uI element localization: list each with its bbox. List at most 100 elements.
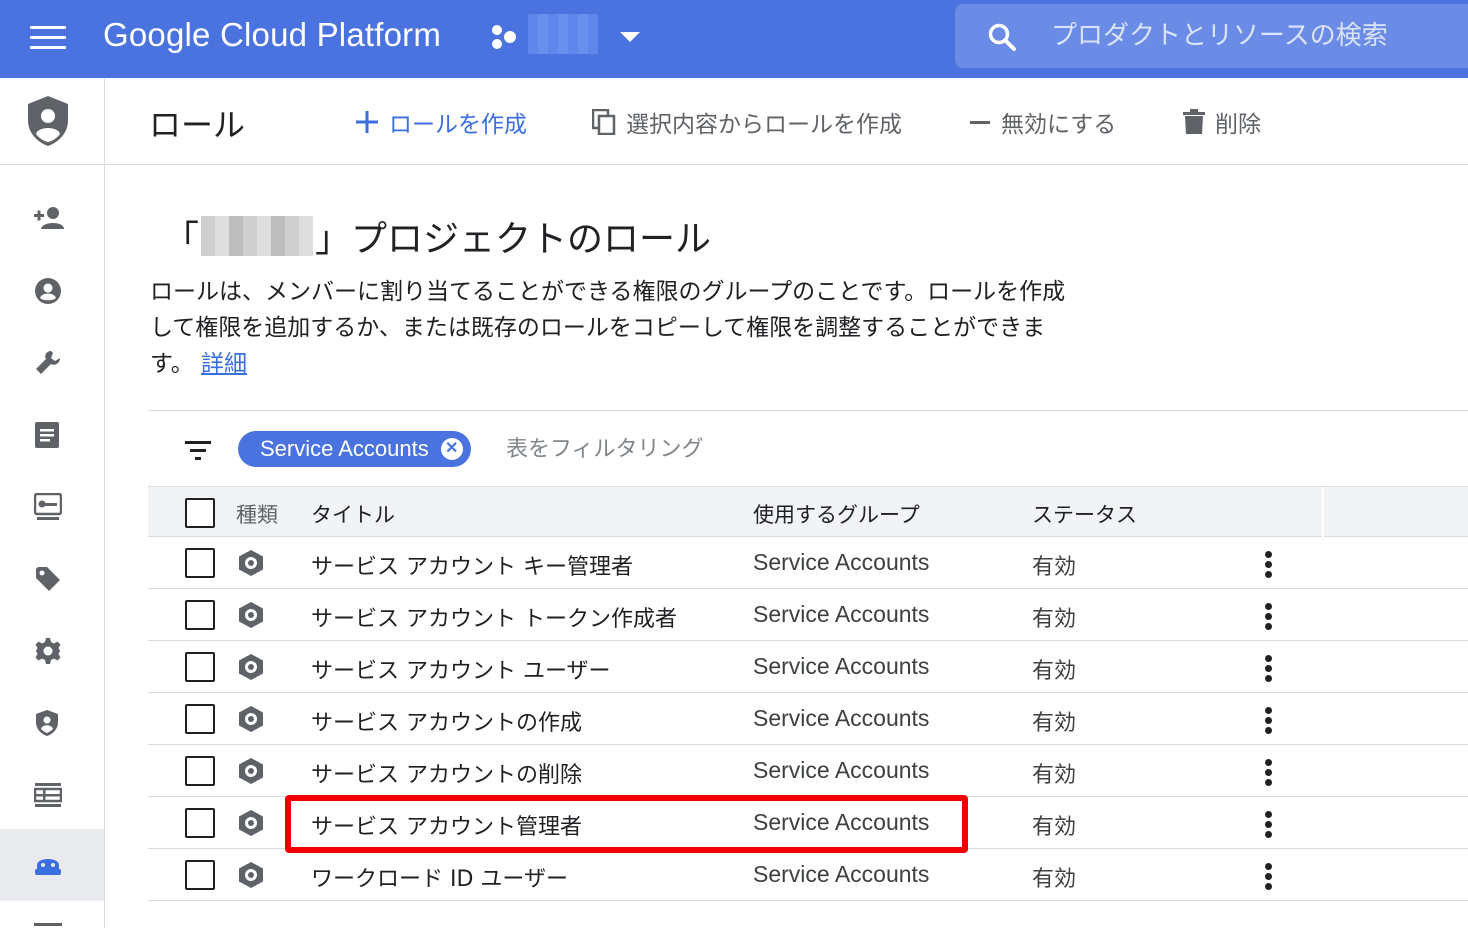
role-hexagon-icon: [239, 550, 263, 576]
header-divider: [1322, 487, 1324, 537]
project-icon[interactable]: [490, 24, 518, 50]
row-checkbox[interactable]: [185, 600, 215, 630]
heading-open-quote: 「: [163, 219, 200, 260]
rail-item-keys[interactable]: [0, 469, 104, 541]
page-title: ロール: [149, 106, 246, 144]
role-title[interactable]: ワークロード ID ユーザー: [311, 861, 568, 893]
create-role-label: ロールを作成: [389, 112, 527, 138]
table-row[interactable]: サービス アカウント キー管理者 Service Accounts 有効: [148, 537, 1468, 589]
project-name-redacted-heading: [201, 216, 314, 256]
row-checkbox[interactable]: [185, 756, 215, 786]
filter-input[interactable]: [506, 429, 906, 469]
role-status: 有効: [1032, 607, 1077, 632]
remove-filter-icon[interactable]: ✕: [440, 438, 463, 460]
role-hexagon-icon: [239, 810, 263, 836]
iam-section-header: [0, 78, 104, 165]
main-menu-icon[interactable]: [30, 26, 66, 50]
disable-button[interactable]: 無効にする: [969, 106, 1116, 138]
create-role-button[interactable]: ロールを作成: [355, 106, 527, 138]
plus-icon: [355, 110, 379, 134]
row-checkbox[interactable]: [185, 808, 215, 838]
top-app-bar: Google Cloud Platform: [0, 0, 1468, 78]
table-row[interactable]: サービス アカウント トークン作成者 Service Accounts 有効: [148, 589, 1468, 641]
role-title[interactable]: サービス アカウント ユーザー: [311, 653, 611, 685]
rail-item-tags[interactable]: [0, 541, 104, 613]
table-row[interactable]: サービス アカウントの作成 Service Accounts 有効: [148, 693, 1468, 745]
brand-title[interactable]: Google Cloud Platform: [103, 16, 441, 54]
rail-item-settings[interactable]: [0, 613, 104, 685]
delete-button[interactable]: 削除: [1183, 106, 1261, 138]
more-vert-icon[interactable]: [1258, 707, 1278, 735]
header-title[interactable]: タイトル: [311, 499, 395, 529]
shield-icon: [36, 710, 58, 736]
role-group: Service Accounts: [753, 757, 930, 783]
project-name-redacted[interactable]: [528, 14, 598, 54]
action-bar: ロール ロールを作成 選択内容からロールを作成 無効にする 削除: [105, 78, 1468, 165]
more-vert-icon[interactable]: [1258, 863, 1278, 891]
gear-icon: [35, 638, 61, 664]
wrench-icon: [36, 351, 60, 374]
search-box[interactable]: [955, 4, 1468, 68]
row-checkbox[interactable]: [185, 704, 215, 734]
learn-more-link[interactable]: 詳細: [201, 351, 247, 377]
row-checkbox[interactable]: [185, 652, 215, 682]
role-group: Service Accounts: [753, 549, 930, 575]
rail-item-identity[interactable]: [0, 253, 104, 325]
more-vert-icon[interactable]: [1258, 551, 1278, 579]
delete-label: 削除: [1215, 112, 1261, 138]
table-row[interactable]: ワークロード ID ユーザー Service Accounts 有効: [148, 849, 1468, 901]
role-title[interactable]: サービス アカウント管理者: [311, 809, 582, 841]
header-status[interactable]: ステータス: [1032, 499, 1137, 529]
role-title[interactable]: サービス アカウントの作成: [311, 705, 582, 737]
filter-icon[interactable]: [185, 441, 211, 461]
role-title[interactable]: サービス アカウント トークン作成者: [311, 601, 677, 633]
role-status: 有効: [1032, 555, 1077, 580]
document-icon: [35, 422, 59, 448]
search-input[interactable]: [1051, 14, 1451, 58]
rail-item-iam[interactable]: [0, 181, 104, 253]
role-status: 有効: [1032, 867, 1077, 892]
role-group: Service Accounts: [753, 861, 930, 887]
more-vert-icon[interactable]: [1258, 759, 1278, 787]
header-kind[interactable]: 種類: [236, 499, 278, 529]
more-vert-icon[interactable]: [1258, 811, 1278, 839]
tag-icon: [36, 567, 60, 591]
rail-item-audit[interactable]: [0, 757, 104, 829]
row-checkbox[interactable]: [185, 860, 215, 890]
rail-item-privacy[interactable]: [0, 685, 104, 757]
role-group: Service Accounts: [753, 809, 930, 835]
rail-item-policy[interactable]: [0, 397, 104, 469]
rail-item-roles[interactable]: [0, 829, 104, 901]
minus-icon: [969, 110, 991, 134]
table-header: 種類 タイトル 使用するグループ ステータス: [148, 486, 1468, 537]
role-hexagon-icon: [239, 706, 263, 732]
more-vert-icon[interactable]: [1258, 655, 1278, 683]
iam-shield-icon: [28, 96, 68, 146]
role-hexagon-icon: [239, 758, 263, 784]
create-from-selection-button[interactable]: 選択内容からロールを作成: [592, 106, 902, 138]
add-member-icon: [34, 207, 64, 229]
filter-chip[interactable]: Service Accounts ✕: [238, 431, 471, 467]
role-group: Service Accounts: [753, 705, 930, 731]
filter-chip-label: Service Accounts: [260, 436, 429, 461]
left-rail: [0, 78, 105, 928]
rail-item-troubleshooter[interactable]: [0, 325, 104, 397]
project-dropdown-chevron-icon[interactable]: [620, 32, 640, 42]
role-title[interactable]: サービス アカウントの削除: [311, 757, 582, 789]
role-status: 有効: [1032, 711, 1077, 736]
description: ロールは、メンバーに割り当てることができる権限のグループのことです。ロールを作成…: [150, 274, 1070, 382]
role-title[interactable]: サービス アカウント キー管理者: [311, 549, 633, 581]
copy-icon: [592, 109, 616, 135]
role-group: Service Accounts: [753, 653, 930, 679]
more-vert-icon[interactable]: [1258, 603, 1278, 631]
role-hexagon-icon: [239, 862, 263, 888]
table-row[interactable]: サービス アカウントの削除 Service Accounts 有効: [148, 745, 1468, 797]
row-checkbox[interactable]: [185, 548, 215, 578]
search-icon: [988, 23, 1016, 51]
header-group[interactable]: 使用するグループ: [753, 499, 920, 529]
table-row[interactable]: サービス アカウント管理者 Service Accounts 有効: [148, 797, 1468, 849]
select-all-checkbox[interactable]: [185, 498, 215, 528]
rail-item-partial: [34, 923, 62, 926]
role-status: 有効: [1032, 763, 1077, 788]
table-row[interactable]: サービス アカウント ユーザー Service Accounts 有効: [148, 641, 1468, 693]
